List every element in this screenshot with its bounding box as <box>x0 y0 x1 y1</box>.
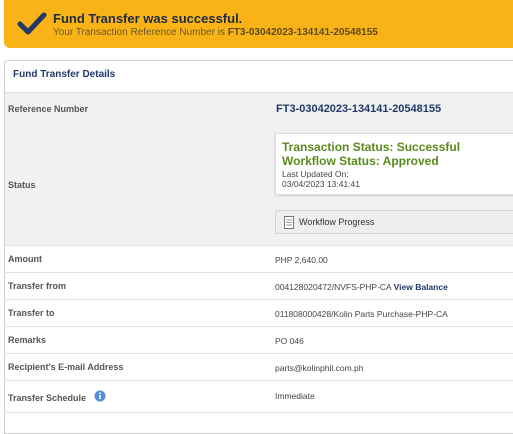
amount-value: PHP 2,640.00 <box>275 255 328 265</box>
transaction-status: Transaction Status: Successful <box>282 140 461 154</box>
document-icon <box>284 216 294 229</box>
schedule-label: Transfer Schedule <box>8 393 87 403</box>
divider <box>4 353 513 354</box>
transfer-to-value: 011808000428/Kolin Parts Purchase-PHP-CA <box>275 309 448 319</box>
divider <box>4 299 513 300</box>
transfer-to-label: Transfer to <box>8 308 55 318</box>
divider <box>4 326 513 327</box>
remarks-value: PO 046 <box>275 336 304 346</box>
banner-title: Fund Transfer was successful. <box>53 11 243 26</box>
banner-ref-prefix: Your Transaction Reference Number is <box>53 27 228 38</box>
success-banner: Fund Transfer was successful. Your Trans… <box>4 0 513 48</box>
transfer-from-label: Transfer from <box>8 281 67 291</box>
banner-reference: Your Transaction Reference Number is FT3… <box>53 27 378 38</box>
details-panel: Fund Transfer Details <box>4 60 513 434</box>
transfer-from-account: 004128020472/NVFS-PHP-CA <box>275 282 392 292</box>
divider <box>4 380 513 381</box>
transfer-from-value: 004128020472/NVFS-PHP-CA View Balance <box>275 282 448 292</box>
last-updated-value: 03/04/2023 13:41:41 <box>282 179 360 189</box>
last-updated-label: Last Updated On: <box>282 169 349 179</box>
checkmark-icon <box>17 12 47 35</box>
banner-ref-number: FT3-03042023-134141-20548155 <box>227 27 378 38</box>
status-label: Status <box>8 180 36 190</box>
reference-label: Reference Number <box>8 104 89 114</box>
email-label: Recipient's E-mail Address <box>8 362 124 372</box>
status-box: Transaction Status: Successful Workflow … <box>275 133 513 195</box>
divider <box>4 245 513 246</box>
panel-title: Fund Transfer Details <box>13 69 116 80</box>
info-icon[interactable] <box>94 390 106 402</box>
reference-value: FT3-03042023-134141-20548155 <box>276 103 442 115</box>
amount-label: Amount <box>8 254 42 264</box>
schedule-value: Immediate <box>275 391 315 401</box>
email-value: parts@kolinphil.com.ph <box>275 363 364 373</box>
workflow-status: Workflow Status: Approved <box>282 154 439 168</box>
divider <box>4 412 513 413</box>
divider <box>4 272 513 273</box>
workflow-progress-button[interactable]: Workflow Progress <box>275 210 513 234</box>
workflow-progress-label: Workflow Progress <box>299 217 375 227</box>
remarks-label: Remarks <box>8 335 47 345</box>
view-balance-link[interactable]: View Balance <box>394 282 448 292</box>
